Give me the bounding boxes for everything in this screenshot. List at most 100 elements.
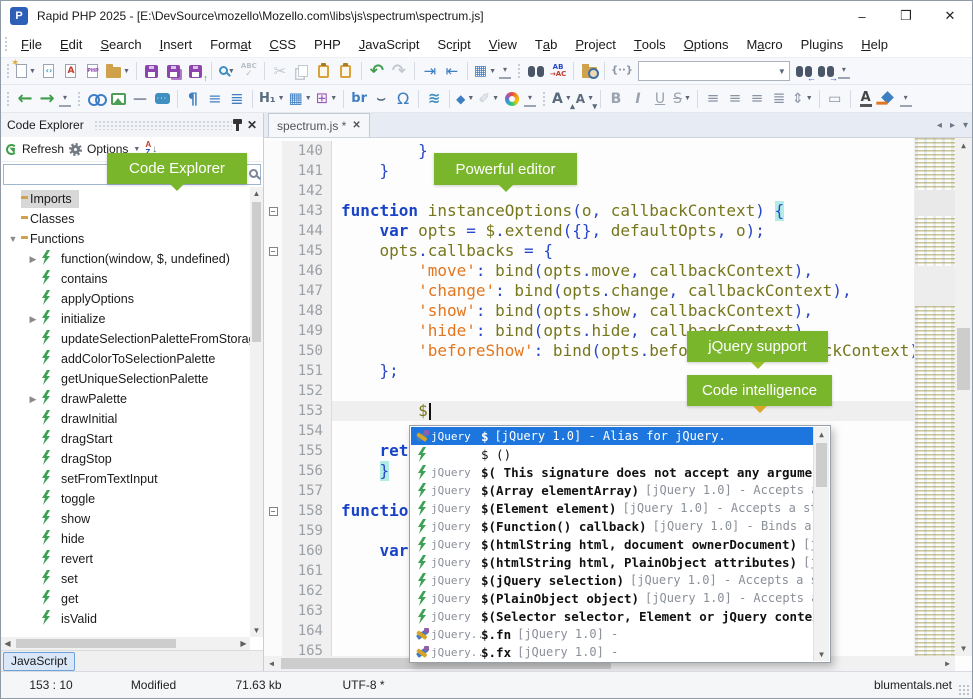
- copy-button[interactable]: [291, 59, 313, 83]
- autocomplete-item[interactable]: jQuery$( This signature does not accept …: [411, 463, 813, 481]
- autocomplete-item[interactable]: jQuery$(Function() callback)[jQuery 1.0]…: [411, 517, 813, 535]
- tree-expander-icon[interactable]: ▶: [25, 314, 41, 325]
- paragraph-button[interactable]: ¶: [182, 87, 204, 111]
- strike-dropdown-icon[interactable]: ▼: [684, 95, 691, 102]
- tab-close-icon[interactable]: ✕: [352, 120, 360, 131]
- menu-search[interactable]: Search: [91, 31, 150, 58]
- menu-edit[interactable]: Edit: [51, 31, 91, 58]
- tree-item-imports[interactable]: Imports: [1, 189, 263, 209]
- popup-scroll-down-icon[interactable]: ▼: [814, 647, 829, 661]
- layout-dropdown-icon[interactable]: ▼: [489, 68, 496, 75]
- tree-item-function-window-undefined-[interactable]: ▶function(window, $, undefined): [1, 249, 263, 269]
- tree-scroll-left-icon[interactable]: ◀: [1, 637, 14, 650]
- tree-hscroll-thumb[interactable]: [16, 639, 176, 648]
- tab-javascript[interactable]: JavaScript: [3, 652, 75, 671]
- table-button[interactable]: ▦▼: [287, 87, 314, 111]
- menu-file[interactable]: File: [12, 31, 51, 58]
- tree-item-get[interactable]: get: [1, 589, 263, 609]
- menu-project[interactable]: Project: [566, 31, 624, 58]
- fold-collapse-icon[interactable]: −: [269, 507, 278, 516]
- autocomplete-item[interactable]: jQuery$[jQuery 1.0] - Alias for jQuery.: [411, 427, 813, 445]
- back-button[interactable]: ←: [14, 87, 36, 111]
- tree-item-toggle[interactable]: toggle: [1, 489, 263, 509]
- code-line-140[interactable]: 140 }: [264, 141, 972, 161]
- code-line-149[interactable]: 149 'hide': bind(opts.hide, callbackCont…: [264, 321, 972, 341]
- fold-collapse-icon[interactable]: −: [269, 247, 278, 256]
- toolbar-overflow-icon[interactable]: ▾: [900, 87, 912, 107]
- script-block-button[interactable]: ≋: [423, 87, 445, 111]
- code-line-151[interactable]: 151 };: [264, 361, 972, 381]
- menu-format[interactable]: Format: [201, 31, 260, 58]
- find-next-button[interactable]: →: [815, 59, 837, 83]
- menu-javascript[interactable]: JavaScript: [350, 31, 429, 58]
- autocomplete-item[interactable]: jQuery$(Array elementArray)[jQuery 1.0] …: [411, 481, 813, 499]
- tab-list-icon[interactable]: ▾: [963, 120, 968, 131]
- autocomplete-item[interactable]: jQuery$(Selector selector, Element or jQ…: [411, 607, 813, 625]
- tab-spectrum-js[interactable]: spectrum.js * ✕: [268, 113, 370, 137]
- menu-options[interactable]: Options: [675, 31, 738, 58]
- editor-vscrollbar[interactable]: ▲ ▼: [955, 138, 972, 656]
- toolbar-overflow-icon[interactable]: ▾: [499, 59, 511, 79]
- tree-item-functions[interactable]: ▼Functions: [1, 229, 263, 249]
- format-brush-dropdown-icon[interactable]: ▼: [492, 95, 499, 102]
- new-html-doc-button[interactable]: [60, 59, 82, 83]
- new-code-file-button[interactable]: [38, 59, 60, 83]
- tree-item-hide[interactable]: hide: [1, 529, 263, 549]
- page-box-button[interactable]: ▭: [824, 87, 846, 111]
- panel-close-icon[interactable]: ✕: [247, 118, 257, 132]
- code-line-141[interactable]: 141 }: [264, 161, 972, 181]
- spellcheck-button[interactable]: [238, 59, 260, 83]
- minimize-button[interactable]: –: [840, 1, 884, 31]
- save-upload-button[interactable]: ↑: [185, 59, 207, 83]
- comment-button[interactable]: ···: [151, 87, 173, 111]
- link-button[interactable]: [85, 87, 107, 111]
- tree-expander-icon[interactable]: ▶: [25, 394, 41, 405]
- tree-item-getuniqueselectionpalette[interactable]: getUniqueSelectionPalette: [1, 369, 263, 389]
- tree-item-drawinitial[interactable]: drawInitial: [1, 409, 263, 429]
- popup-vscrollbar[interactable]: ▲ ▼: [813, 427, 829, 661]
- tag-button[interactable]: ◆▼: [454, 87, 476, 111]
- regexp-button[interactable]: {··}: [609, 59, 635, 83]
- editor-scroll-left-icon[interactable]: ◀: [264, 656, 279, 671]
- autocomplete-item[interactable]: jQuery$(htmlString html, document ownerD…: [411, 535, 813, 553]
- tree-expander-icon[interactable]: ▶: [25, 254, 41, 265]
- fill-color-button[interactable]: [877, 87, 899, 111]
- editor-scroll-down-icon[interactable]: ▼: [955, 641, 972, 656]
- format-brush-button[interactable]: ✐▼: [476, 87, 501, 111]
- ordered-list-button[interactable]: ≣: [226, 87, 248, 111]
- menu-tools[interactable]: Tools: [625, 31, 675, 58]
- toolbar-overflow-icon[interactable]: ▾: [59, 87, 71, 107]
- code-line-144[interactable]: 144 var opts = $.extend({}, defaultOpts,…: [264, 221, 972, 241]
- layout-button[interactable]: ▦▼: [472, 59, 498, 83]
- heading-button[interactable]: H₁▼: [257, 87, 287, 111]
- clipboard-button[interactable]: [335, 59, 357, 83]
- outdent-button[interactable]: ⇤: [441, 59, 463, 83]
- find-in-files-button[interactable]: [578, 59, 600, 83]
- font-shrink-button[interactable]: A▾▼: [574, 87, 596, 111]
- toolbar-overflow-icon[interactable]: ▾: [524, 87, 536, 107]
- tree-item-contains[interactable]: contains: [1, 269, 263, 289]
- color-wheel-button[interactable]: [501, 87, 523, 111]
- cut-button[interactable]: ✂: [269, 59, 291, 83]
- underline-button[interactable]: U: [649, 87, 671, 111]
- search-icon[interactable]: [249, 169, 258, 178]
- code-line-153[interactable]: 153 $: [264, 401, 972, 421]
- code-line-150[interactable]: 150 'beforeShow': bind(opts.beforeShow, …: [264, 341, 972, 361]
- line-spacing-button[interactable]: ⇕▼: [790, 87, 815, 111]
- menu-css[interactable]: CSS: [260, 31, 305, 58]
- popup-scroll-up-icon[interactable]: ▲: [814, 427, 829, 441]
- tree-item-initialize[interactable]: ▶initialize: [1, 309, 263, 329]
- tree-item-updateselectionpalettefromstorag[interactable]: updateSelectionPaletteFromStorag: [1, 329, 263, 349]
- code-line-142[interactable]: 142: [264, 181, 972, 201]
- align-justify-button[interactable]: ≣: [768, 87, 790, 111]
- tab-scroll-left-icon[interactable]: ◂: [937, 120, 942, 131]
- resize-grip[interactable]: [958, 684, 970, 696]
- unordered-list-button[interactable]: ≡: [204, 87, 226, 111]
- tree-scroll-down-icon[interactable]: ▼: [250, 624, 263, 637]
- editor-vscroll-thumb[interactable]: [957, 328, 970, 390]
- code-line-148[interactable]: 148 'show': bind(opts.show, callbackCont…: [264, 301, 972, 321]
- fold-collapse-icon[interactable]: −: [269, 207, 278, 216]
- maximize-button[interactable]: ❒: [884, 1, 928, 31]
- panel-drag-grip[interactable]: [94, 120, 232, 130]
- align-right-button[interactable]: ≡: [746, 87, 768, 111]
